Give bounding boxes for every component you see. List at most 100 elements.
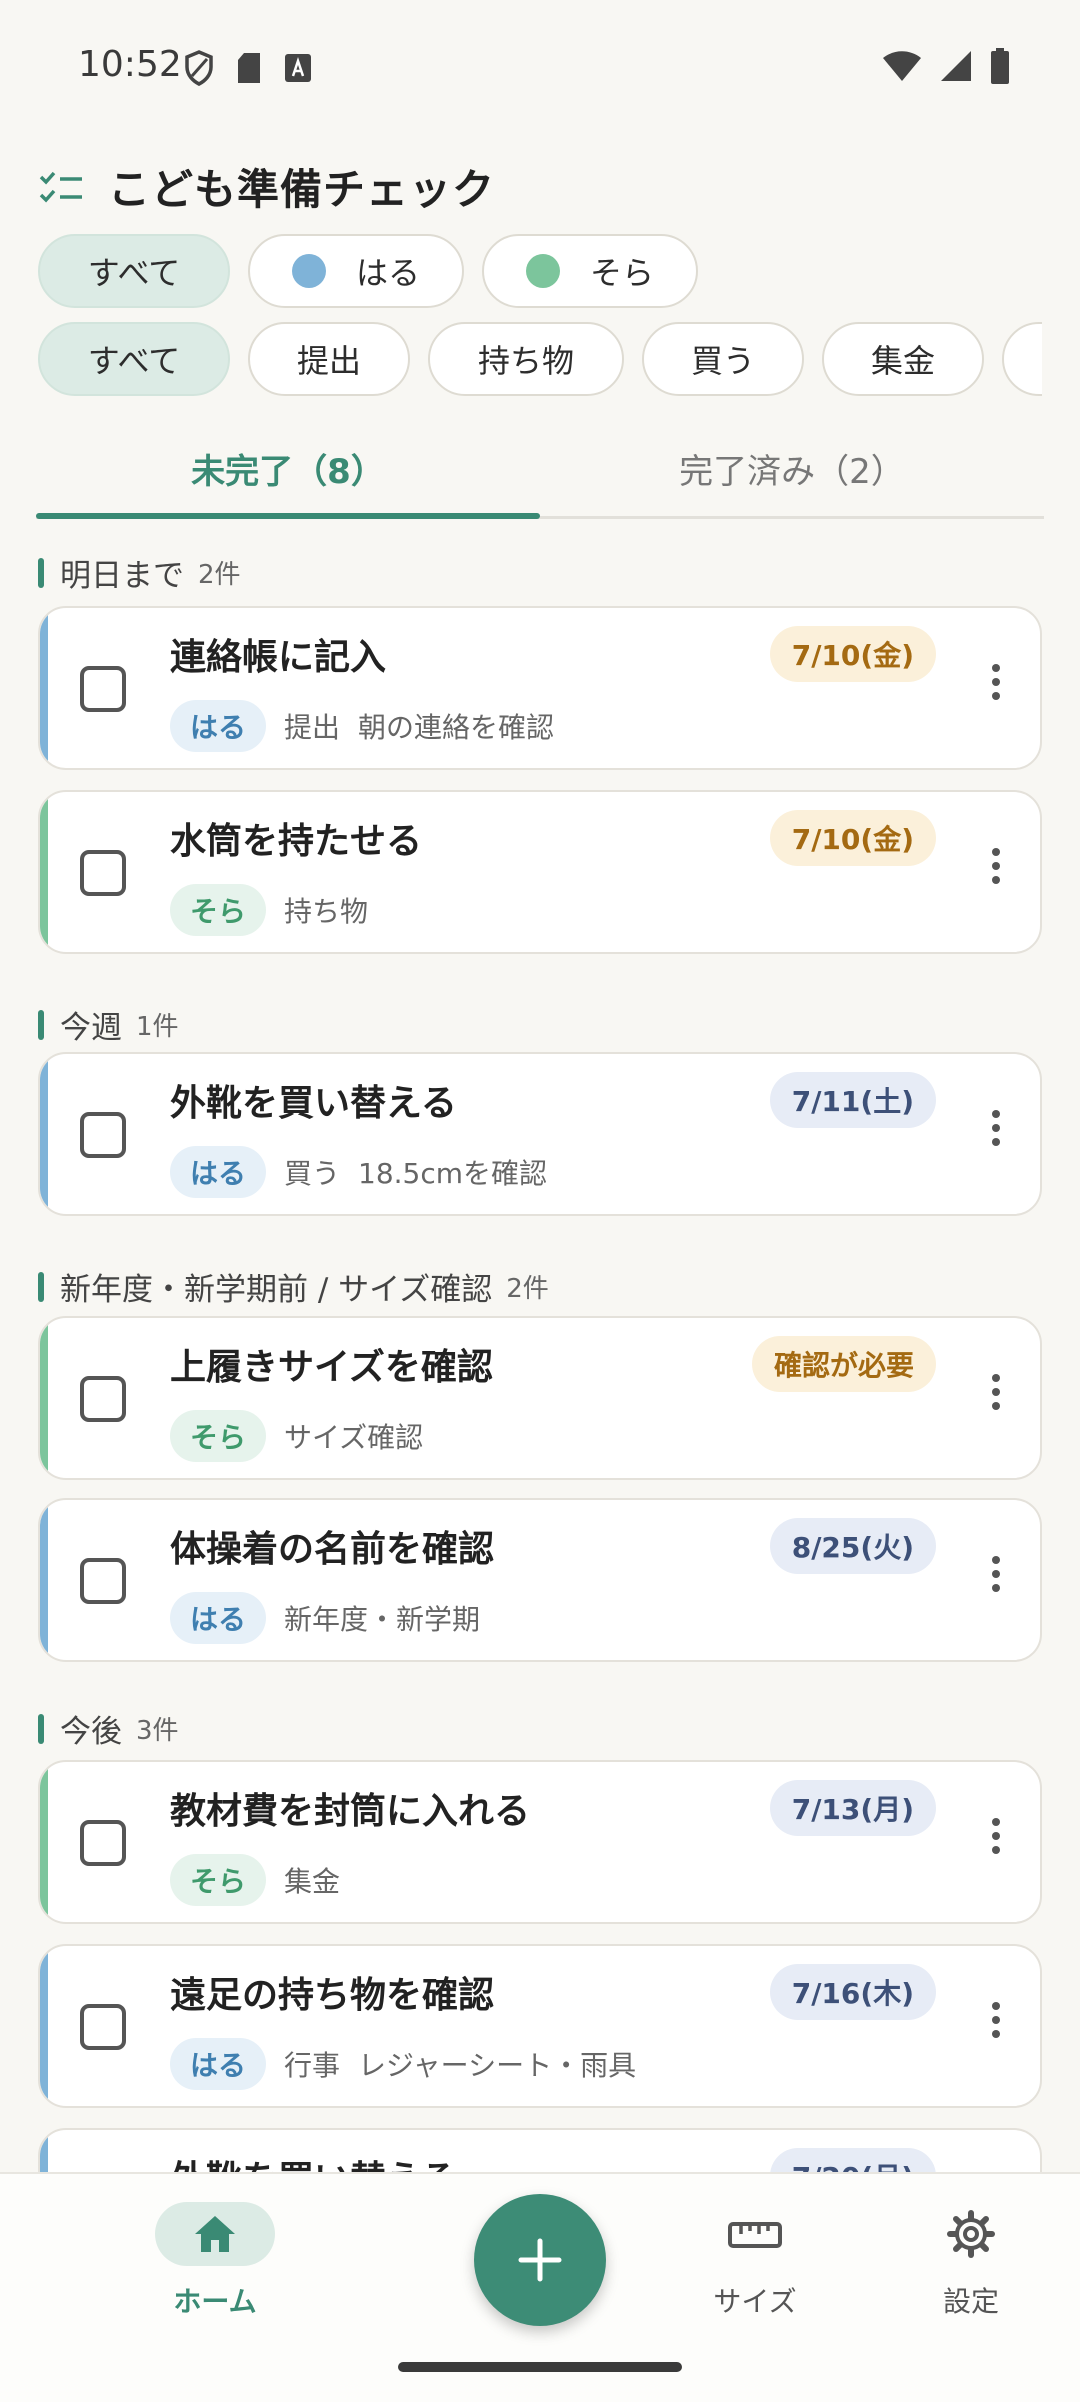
task-checkbox[interactable]	[80, 666, 126, 712]
task-title: 教材費を封筒に入れる	[170, 1791, 531, 1832]
task-category: 提出	[284, 711, 341, 744]
task-category: 買う	[284, 1157, 341, 1190]
task-card[interactable]: 上履きサイズを確認 そら サイズ確認 確認が必要	[38, 1316, 1042, 1480]
task-note: 朝の連絡を確認	[358, 711, 555, 744]
keyboard-a-icon	[285, 54, 311, 82]
gear-icon	[947, 2210, 995, 2258]
app-header: こども準備チェック	[38, 156, 495, 217]
task-card[interactable]: 体操着の名前を確認 はる 新年度・新学期 8/25(火)	[38, 1498, 1042, 1662]
category-chip-collection[interactable]: 集金	[822, 322, 984, 396]
ruler-icon	[728, 2222, 782, 2248]
task-card[interactable]: 教材費を封筒に入れる そら 集金 7/13(月)	[38, 1760, 1042, 1924]
child-tag: はる	[170, 1592, 267, 1644]
tab-indicator	[36, 513, 540, 519]
nav-settings[interactable]: 設定	[886, 2202, 1056, 2320]
task-checkbox[interactable]	[80, 2004, 126, 2050]
category-chip-all[interactable]: すべて	[38, 322, 230, 396]
chip-label: そら	[589, 254, 654, 292]
nav-home[interactable]: ホーム	[130, 2202, 300, 2320]
more-vert-icon[interactable]	[992, 2002, 1002, 2038]
due-badge: 7/11(土)	[769, 1072, 936, 1128]
home-icon	[195, 2216, 235, 2252]
task-card[interactable]: 外靴を買い替える 7/20(月)	[38, 2128, 1042, 2172]
chip-label: すべて	[87, 254, 181, 292]
status-tabs: 未完了（8） 完了済み（2）	[36, 420, 1044, 519]
more-vert-icon[interactable]	[992, 1556, 1002, 1592]
child-chip-haru[interactable]: はる	[248, 234, 464, 308]
section-count: 2件	[506, 1274, 549, 1304]
child-color-stripe	[40, 792, 48, 952]
task-meta: はる 提出 朝の連絡を確認	[170, 700, 554, 752]
more-vert-icon[interactable]	[992, 1110, 1002, 1146]
chip-label: 集金	[870, 342, 935, 380]
task-title: 連絡帳に記入	[170, 637, 387, 678]
section-title: 明日まで	[60, 558, 184, 594]
task-checkbox[interactable]	[80, 1558, 126, 1604]
category-chip-more[interactable]	[1002, 322, 1042, 396]
child-tag: はる	[170, 700, 267, 752]
task-note: 18.5cmを確認	[358, 1157, 548, 1190]
task-note: レジャーシート・雨具	[358, 2049, 637, 2082]
task-meta: はる 買う 18.5cmを確認	[170, 1146, 547, 1198]
more-vert-icon[interactable]	[992, 1818, 1002, 1854]
chip-label: はる	[355, 254, 420, 292]
nav-home-label: ホーム	[173, 2285, 257, 2318]
child-color-stripe	[40, 1318, 48, 1478]
category-chip-buy[interactable]: 買う	[642, 322, 804, 396]
home-indicator[interactable]	[398, 2362, 682, 2372]
task-title: 外靴を買い替える	[170, 2150, 457, 2172]
chip-label: 持ち物	[477, 342, 574, 380]
task-meta: そら 持ち物	[170, 884, 368, 936]
more-vert-icon[interactable]	[992, 848, 1002, 884]
section-header: 今後 3件	[38, 1706, 179, 1751]
signal-icon	[941, 51, 971, 81]
due-badge: 7/20(月)	[769, 2148, 936, 2172]
child-tag: そら	[170, 1410, 267, 1462]
section-count: 3件	[136, 1716, 179, 1746]
task-list[interactable]: 明日まで 2件 連絡帳に記入 はる 提出 朝の連絡を確認 7/10(金) 水筒を…	[0, 520, 1080, 2172]
task-card[interactable]: 外靴を買い替える はる 買う 18.5cmを確認 7/11(土)	[38, 1052, 1042, 1216]
status-time: 10:52	[78, 44, 182, 85]
child-tag: そら	[170, 884, 267, 936]
due-badge: 7/16(木)	[769, 1964, 936, 2020]
category-chip-submit[interactable]: 提出	[248, 322, 410, 396]
task-meta: はる 新年度・新学期	[170, 1592, 480, 1644]
nav-settings-pill	[911, 2202, 1031, 2266]
task-title: 体操着の名前を確認	[170, 1529, 495, 1570]
tab-completed[interactable]: 完了済み（2）	[540, 420, 1044, 516]
task-meta: そら 集金	[170, 1854, 340, 1906]
task-checkbox[interactable]	[80, 850, 126, 896]
task-category: サイズ確認	[284, 1421, 424, 1454]
task-title: 遠足の持ち物を確認	[170, 1975, 495, 2016]
due-badge: 8/25(火)	[769, 1518, 936, 1574]
task-checkbox[interactable]	[80, 1376, 126, 1422]
battery-icon	[991, 48, 1009, 84]
due-badge: 7/13(月)	[769, 1780, 936, 1836]
child-color-stripe	[40, 1762, 48, 1922]
due-badge: 7/10(金)	[769, 626, 936, 682]
child-tag: そら	[170, 1854, 267, 1906]
task-meta: そら サイズ確認	[170, 1410, 423, 1462]
category-chip-belongings[interactable]: 持ち物	[428, 322, 624, 396]
tab-incomplete[interactable]: 未完了（8）	[36, 420, 540, 516]
status-bar: 10:52	[0, 0, 1080, 136]
child-chip-all[interactable]: すべて	[38, 234, 230, 308]
task-card[interactable]: 水筒を持たせる そら 持ち物 7/10(金)	[38, 790, 1042, 954]
more-vert-icon[interactable]	[992, 664, 1002, 700]
child-color-stripe	[40, 1054, 48, 1214]
task-checkbox[interactable]	[80, 1820, 126, 1866]
task-checkbox[interactable]	[80, 1112, 126, 1158]
chip-label: すべて	[87, 342, 181, 380]
add-task-button[interactable]	[474, 2194, 606, 2326]
task-card[interactable]: 連絡帳に記入 はる 提出 朝の連絡を確認 7/10(金)	[38, 606, 1042, 770]
section-accent-bar	[38, 1713, 44, 1744]
sd-card-icon	[238, 53, 260, 83]
child-chip-sora[interactable]: そら	[482, 234, 698, 308]
haru-color-dot	[291, 254, 326, 288]
more-vert-icon[interactable]	[992, 1374, 1002, 1410]
nav-size[interactable]: サイズ	[670, 2202, 840, 2320]
nav-settings-label: 設定	[942, 2285, 999, 2318]
task-card[interactable]: 遠足の持ち物を確認 はる 行事 レジャーシート・雨具 7/16(木)	[38, 1944, 1042, 2108]
checklist-icon	[39, 171, 82, 203]
category-filter-row: すべて 提出 持ち物 買う 集金	[38, 322, 1042, 404]
